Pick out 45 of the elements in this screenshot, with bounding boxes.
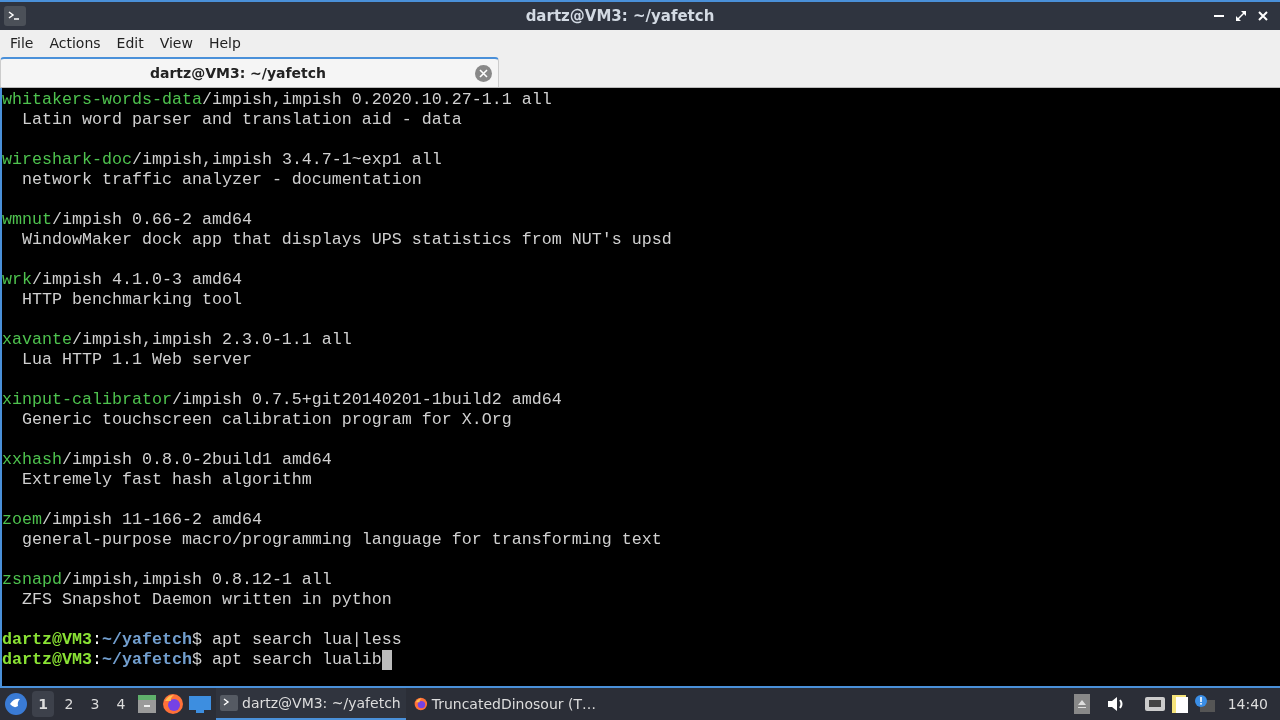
task-button[interactable]: TruncatedDinosour (T… <box>410 688 600 720</box>
workspace-button[interactable]: 1 <box>32 691 54 717</box>
package-line: wireshark-doc/impish,impish 3.4.7-1~exp1 all <box>2 150 442 170</box>
package-description: HTTP benchmarking tool <box>21 290 242 310</box>
close-icon[interactable] <box>1258 11 1268 21</box>
eject-icon[interactable] <box>1073 694 1090 714</box>
prompt-line: dartz@VM3:~/yafetch$ apt search lua|less <box>2 630 402 650</box>
package-line: wrk/impish 4.1.0-3 amd64 <box>2 270 242 290</box>
package-description: Extremely fast hash algorithm <box>21 470 312 490</box>
terminal-icon[interactable] <box>4 6 26 26</box>
package-description: ZFS Snapshot Daemon written in python <box>21 590 392 610</box>
workspace-button[interactable]: 4 <box>110 691 132 717</box>
package-description: Latin word parser and translation aid - data <box>21 110 462 130</box>
maximize-icon[interactable] <box>1236 11 1246 21</box>
clock[interactable]: 14:40 <box>1219 693 1276 715</box>
menu-item[interactable]: Edit <box>108 32 152 54</box>
package-description: WindowMaker dock app that displays UPS statistics from NUT's upsd <box>21 230 672 250</box>
menu-item[interactable]: Actions <box>41 32 109 54</box>
tab[interactable]: dartz@VM3: ~/yafetch <box>0 57 499 87</box>
terminal-icon <box>220 695 238 711</box>
menu-item[interactable]: Help <box>200 32 249 54</box>
task-button[interactable]: dartz@VM3: ~/yafetch <box>216 688 406 720</box>
package-line: zsnapd/impish,impish 0.8.12-1 all <box>2 570 332 590</box>
package-line: xinput-calibrator/impish 0.7.5+git20140201-1build2 amd64 <box>2 390 562 410</box>
window-title: dartz@VM3: ~/yafetch <box>524 5 716 27</box>
package-line: whitakers-words-data/impish,impish 0.2020.10.27-1.1 all <box>2 90 552 110</box>
package-line: xavante/impish,impish 2.3.0-1.1 all <box>2 330 352 350</box>
package-line: xxhash/impish 0.8.0-2build1 amd64 <box>2 450 332 470</box>
workspace-button[interactable]: 3 <box>84 691 106 717</box>
package-line: zoem/impish 11-166-2 amd64 <box>2 510 262 530</box>
alert-icon[interactable] <box>1193 694 1216 714</box>
desktop-icon[interactable] <box>188 694 212 714</box>
menu-item[interactable]: View <box>151 32 201 54</box>
menu-item[interactable]: File <box>2 32 42 54</box>
package-description: network traffic analyzer - documentation <box>21 170 422 190</box>
package-line: wmnut/impish 0.66-2 amd64 <box>2 210 252 230</box>
package-description: Generic touchscreen calibration program for X.Org <box>21 410 512 430</box>
package-description: Lua HTTP 1.1 Web server <box>21 350 252 370</box>
notes-icon[interactable] <box>1169 693 1190 715</box>
workspace-button[interactable]: 2 <box>58 691 80 717</box>
tab-label: dartz@VM3: ~/yafetch <box>148 63 328 83</box>
file-cabinet-icon[interactable] <box>136 693 158 715</box>
package-description: general-purpose macro/programming language for transforming text <box>21 530 662 550</box>
network-icon[interactable] <box>1143 695 1166 713</box>
prompt-line: dartz@VM3:~/yafetch$ apt search lualib <box>2 650 392 670</box>
